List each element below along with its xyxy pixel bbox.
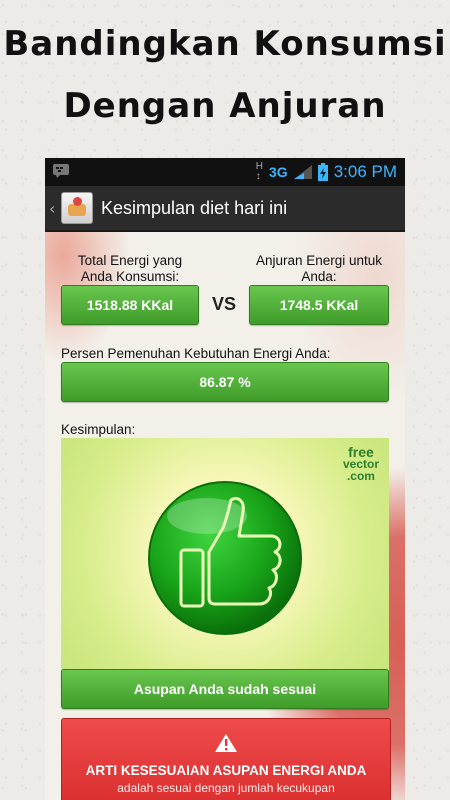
fulfillment-label: Persen Pemenuhan Kebutuhan Energi Anda: bbox=[61, 346, 331, 361]
phone-screen: H ↕ 3G 3:06 PM ‹ Kesimpulan diet hari ini… bbox=[45, 158, 405, 800]
action-bar: ‹ Kesimpulan diet hari ini bbox=[45, 186, 405, 232]
main-content: Total Energi yang Anda Konsumsi: 1518.88… bbox=[45, 232, 405, 800]
consumed-energy-label: Total Energi yang Anda Konsumsi: bbox=[77, 253, 183, 284]
info-box-subtitle: adalah sesuai dengan jumlah kecukupan bbox=[117, 781, 335, 795]
recommended-energy-label: Anjuran Energi untuk Anda: bbox=[255, 253, 383, 284]
conclusion-illustration: free vector .com bbox=[61, 438, 389, 671]
conclusion-label: Kesimpulan: bbox=[61, 422, 136, 437]
warning-icon bbox=[215, 734, 237, 752]
signal-icon bbox=[293, 165, 312, 179]
screen-title: Kesimpulan diet hari ini bbox=[101, 197, 288, 218]
info-box-title: ARTI KESESUAIAN ASUPAN ENERGI ANDA bbox=[85, 763, 367, 778]
freevector-watermark: free vector .com bbox=[343, 445, 379, 483]
network-type: 3G bbox=[269, 164, 288, 180]
watermark-line3: .com bbox=[346, 469, 375, 483]
consumed-energy-value[interactable]: 1518.88 KKal bbox=[61, 285, 199, 325]
battery-icon bbox=[317, 163, 328, 181]
thumbs-up-icon bbox=[148, 481, 302, 635]
data-arrows-icon: H ↕ bbox=[255, 161, 263, 182]
recommended-energy-value[interactable]: 1748.5 KKal bbox=[249, 285, 389, 325]
bbm-icon bbox=[53, 164, 69, 178]
result-button[interactable]: Asupan Anda sudah sesuai bbox=[61, 669, 389, 709]
info-box[interactable]: ARTI KESESUAIAN ASUPAN ENERGI ANDA adala… bbox=[61, 718, 391, 800]
status-bar: H ↕ 3G 3:06 PM bbox=[45, 158, 405, 186]
back-chevron-icon[interactable]: ‹ bbox=[49, 199, 59, 218]
promo-title-line2: Dengan Anjuran bbox=[63, 86, 387, 126]
vs-label: VS bbox=[212, 294, 237, 314]
fulfillment-value[interactable]: 86.87 % bbox=[61, 362, 389, 402]
clock: 3:06 PM bbox=[333, 162, 397, 181]
app-logo-icon[interactable] bbox=[61, 192, 93, 224]
promo-title-line1: Bandingkan Konsumsi bbox=[3, 24, 447, 64]
